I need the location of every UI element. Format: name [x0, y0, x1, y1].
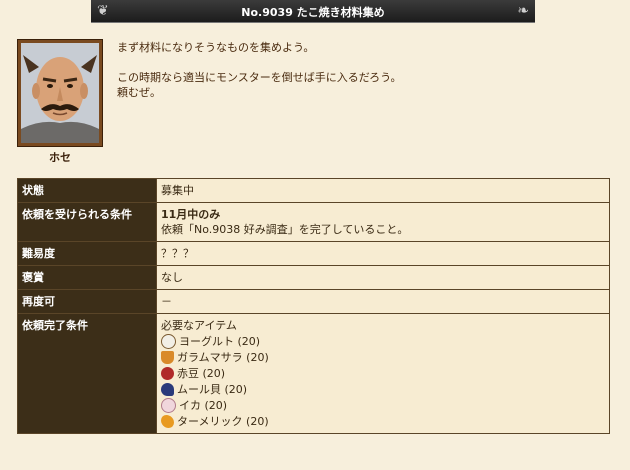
item-name: 赤豆 (20): [177, 366, 226, 380]
row-repeat: 再度可 －: [17, 289, 610, 314]
red-bean-icon: [161, 366, 174, 380]
yogurt-icon: [161, 333, 176, 349]
reward-label: 褒賞: [17, 265, 157, 290]
list-item: ガラムマサラ (20): [161, 349, 605, 365]
dialog-line: まず材料になりそうなものを集めよう。: [117, 41, 315, 54]
item-name: ガラムマサラ (20): [177, 350, 269, 364]
condition-line-1: 11月中のみ: [161, 208, 221, 221]
item-name: ムール貝 (20): [177, 382, 248, 396]
difficulty-value: ？？？: [156, 241, 610, 266]
dialog-line: [117, 55, 607, 70]
dialog-line: この時期なら適当にモンスターを倒せば手に入るだろう。: [117, 71, 402, 84]
status-value: 募集中: [156, 178, 610, 203]
list-item: イカ (20): [161, 397, 605, 413]
item-name: ターメリック (20): [177, 414, 269, 428]
quest-title-bar: ❦ No.9039 たこ焼き材料集め ❧: [91, 0, 535, 23]
item-name: ヨーグルト (20): [179, 334, 261, 348]
turmeric-icon: [161, 414, 174, 428]
repeat-label: 再度可: [17, 289, 157, 314]
row-difficulty: 難易度 ？？？: [17, 241, 610, 266]
row-status: 状態 募集中: [17, 178, 610, 203]
garam-masala-icon: [161, 350, 174, 364]
status-label: 状態: [17, 178, 157, 203]
difficulty-label: 難易度: [17, 241, 157, 266]
squid-icon: [161, 397, 176, 413]
list-item: ターメリック (20): [161, 413, 605, 429]
mussel-icon: [161, 382, 174, 396]
row-condition: 依頼を受けられる条件 11月中のみ 依頼「No.9038 好み調査」を完了してい…: [17, 202, 610, 242]
dialog-line: 頼むぜ。: [117, 86, 161, 99]
condition-line-2: 依頼「No.9038 好み調査」を完了していること。: [161, 223, 409, 236]
npc-portrait: [17, 39, 103, 147]
required-items-heading: 必要なアイテム: [161, 319, 237, 332]
list-item: ムール貝 (20): [161, 381, 605, 397]
list-item: 赤豆 (20): [161, 365, 605, 381]
right-flourish-icon: ❧: [517, 3, 529, 19]
item-name: イカ (20): [179, 398, 228, 412]
completion-value: 必要なアイテム ヨーグルト (20) ガラムマサラ (20) 赤豆 (20) ム…: [156, 313, 610, 434]
reward-value: なし: [156, 265, 610, 290]
completion-label: 依頼完了条件: [17, 313, 157, 434]
npc-dialog: まず材料になりそうなものを集めよう。 この時期なら適当にモンスターを倒せば手に入…: [117, 40, 607, 100]
row-completion: 依頼完了条件 必要なアイテム ヨーグルト (20) ガラムマサラ (20) 赤豆…: [17, 313, 610, 434]
list-item: ヨーグルト (20): [161, 333, 605, 349]
quest-title: No.9039 たこ焼き材料集め: [241, 6, 385, 19]
row-reward: 褒賞 なし: [17, 265, 610, 290]
npc-name: ホセ: [49, 151, 71, 164]
condition-label: 依頼を受けられる条件: [17, 202, 157, 242]
condition-value: 11月中のみ 依頼「No.9038 好み調査」を完了していること。: [156, 202, 610, 242]
quest-info-table: 状態 募集中 依頼を受けられる条件 11月中のみ 依頼「No.9038 好み調査…: [17, 178, 610, 434]
repeat-value: －: [156, 289, 610, 314]
npc-face-image: [21, 43, 99, 143]
